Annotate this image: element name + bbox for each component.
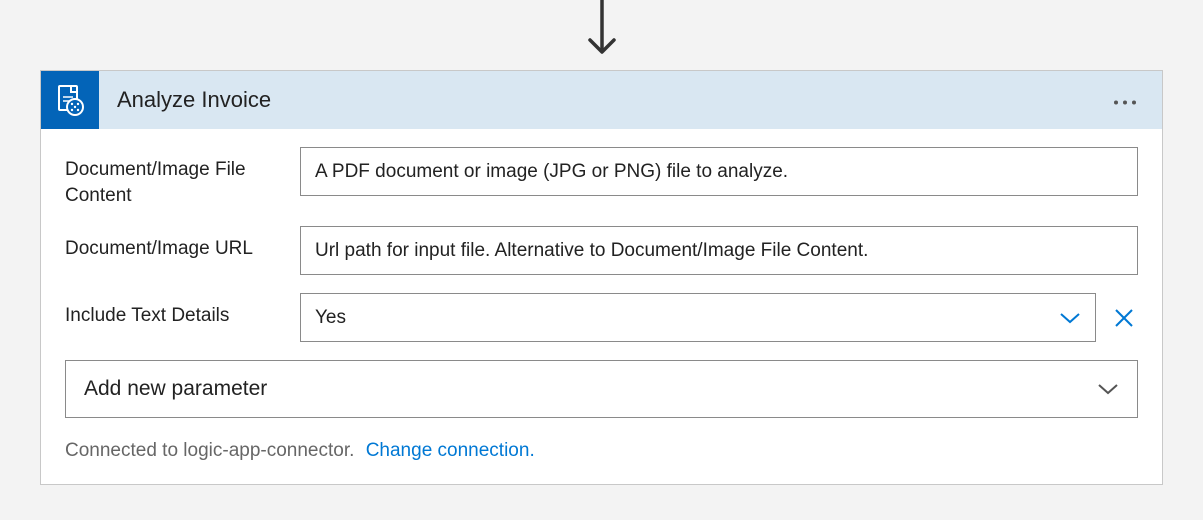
chevron-down-icon [1059, 307, 1081, 329]
field-row-include-text: Include Text Details Yes [65, 293, 1138, 342]
field-label: Include Text Details [65, 293, 300, 329]
document-analyze-icon [41, 71, 99, 129]
field-label: Document/Image URL [65, 226, 300, 262]
connected-text: Connected to logic-app-connector. [65, 440, 354, 461]
flow-arrow-container [0, 0, 1203, 70]
more-button[interactable] [1110, 89, 1140, 112]
include-text-select[interactable]: Yes [300, 293, 1096, 342]
flow-arrow-icon [582, 0, 622, 62]
field-label: Document/Image File Content [65, 147, 300, 208]
connection-footer: Connected to logic-app-connector. Change… [65, 434, 1138, 484]
chevron-down-icon [1097, 378, 1119, 400]
action-card-body: Document/Image File Content Document/Ima… [41, 129, 1162, 484]
action-card-header[interactable]: Analyze Invoice [41, 71, 1162, 129]
select-value: Yes [315, 307, 346, 329]
clear-button[interactable] [1110, 304, 1138, 332]
field-row-url: Document/Image URL [65, 226, 1138, 275]
change-connection-link[interactable]: Change connection. [366, 440, 535, 461]
action-card-title: Analyze Invoice [99, 87, 271, 113]
url-input[interactable] [300, 226, 1138, 275]
add-parameter-label: Add new parameter [84, 377, 267, 401]
action-card: Analyze Invoice Document/Image File Cont… [40, 70, 1163, 485]
field-row-file-content: Document/Image File Content [65, 147, 1138, 208]
add-parameter-select[interactable]: Add new parameter [65, 360, 1138, 418]
add-parameter-row: Add new parameter [65, 360, 1138, 418]
file-content-input[interactable] [300, 147, 1138, 196]
